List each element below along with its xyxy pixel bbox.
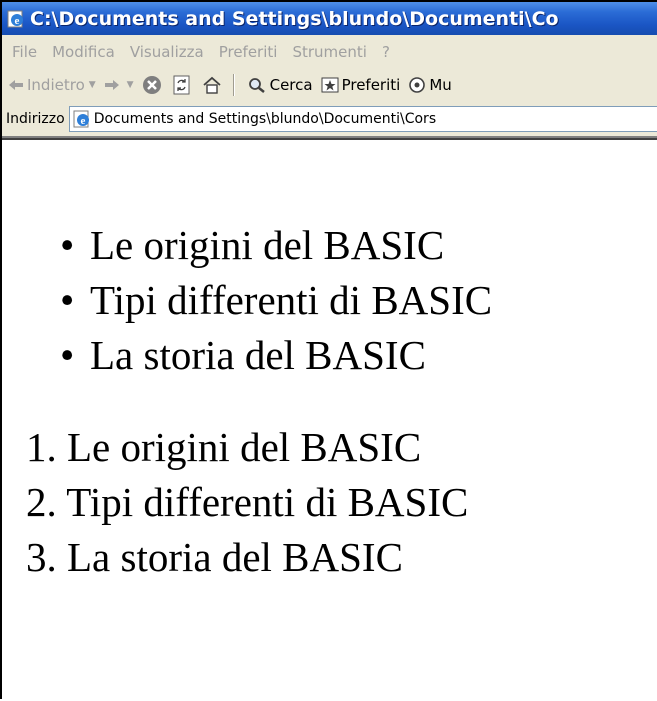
list-item: • Tipi differenti di BASIC (60, 273, 492, 328)
favorites-label: Preferiti (341, 76, 401, 94)
ie-page-icon: e (6, 9, 26, 29)
menu-visualizza[interactable]: Visualizza (130, 43, 204, 61)
window-title: C:\Documents and Settings\blundo\Documen… (30, 7, 559, 30)
refresh-button[interactable] (173, 75, 194, 95)
forward-arrow-icon (104, 79, 120, 91)
list-item-text: La storia del BASIC (67, 534, 403, 580)
forward-button[interactable]: ▼ (104, 79, 134, 91)
list-item: 2. Tipi differenti di BASIC (26, 475, 468, 530)
media-button[interactable]: Mu (408, 76, 452, 94)
browser-window: e C:\Documents and Settings\blundo\Docum… (0, 0, 657, 701)
menu-strumenti[interactable]: Strumenti (292, 43, 366, 61)
bullet-marker: • (60, 222, 75, 268)
toolbar: Indietro ▼ ▼ Cerca Preferiti Mu (2, 68, 657, 103)
refresh-icon (173, 75, 191, 95)
toolbar-separator (232, 74, 235, 96)
svg-text:e: e (15, 15, 20, 27)
bullet-marker: • (60, 277, 75, 323)
title-bar[interactable]: e C:\Documents and Settings\blundo\Docum… (2, 2, 657, 35)
list-number: 3. (26, 534, 57, 580)
list-item-text: Le origini del BASIC (90, 222, 445, 268)
favorites-star-icon (321, 77, 339, 93)
list-item: • Le origini del BASIC (60, 218, 492, 273)
back-label: Indietro (27, 76, 85, 94)
menu-help[interactable]: ? (382, 43, 390, 61)
favorites-button[interactable]: Preferiti (321, 76, 401, 94)
chevron-down-icon[interactable]: ▼ (127, 80, 134, 90)
search-button[interactable]: Cerca (247, 76, 313, 94)
numbered-list: 1. Le origini del BASIC 2. Tipi differen… (26, 420, 468, 585)
back-button[interactable]: Indietro ▼ (8, 76, 96, 94)
address-input[interactable]: e Documents and Settings\blundo\Document… (68, 106, 657, 132)
menu-modifica[interactable]: Modifica (52, 43, 115, 61)
address-label: Indirizzo (6, 111, 65, 127)
list-item-text: Tipi differenti di BASIC (66, 479, 469, 525)
list-number: 1. (26, 424, 57, 470)
bullet-list: • Le origini del BASIC • Tipi differenti d… (60, 218, 492, 383)
menu-file[interactable]: File (12, 43, 37, 61)
search-label: Cerca (269, 76, 313, 94)
menu-bar: File Modifica Visualizza Preferiti Strum… (2, 35, 657, 69)
list-number: 2. (26, 479, 57, 525)
menu-preferiti[interactable]: Preferiti (219, 43, 278, 61)
page-content: • Le origini del BASIC • Tipi differenti d… (2, 138, 657, 701)
address-bar: Indirizzo e Documents and Settings\blund… (2, 102, 657, 138)
list-item-text: Le origini del BASIC (67, 424, 422, 470)
list-item: • La storia del BASIC (60, 328, 492, 383)
stop-icon (142, 75, 162, 95)
list-item: 1. Le origini del BASIC (26, 420, 468, 475)
home-icon (202, 75, 222, 95)
search-icon (247, 76, 267, 94)
back-arrow-icon (8, 79, 24, 91)
address-value: Documents and Settings\blundo\Documenti\… (93, 111, 437, 127)
bullet-marker: • (60, 332, 75, 378)
media-label: Mu (429, 76, 452, 94)
svg-text:e: e (80, 115, 85, 127)
media-icon (408, 76, 426, 94)
list-item-text: Tipi differenti di BASIC (90, 277, 493, 323)
home-button[interactable] (202, 75, 225, 95)
list-item: 3. La storia del BASIC (26, 530, 468, 585)
chevron-down-icon[interactable]: ▼ (89, 80, 96, 90)
stop-button[interactable] (142, 75, 165, 95)
ie-page-icon: e (73, 110, 91, 128)
list-item-text: La storia del BASIC (90, 332, 426, 378)
